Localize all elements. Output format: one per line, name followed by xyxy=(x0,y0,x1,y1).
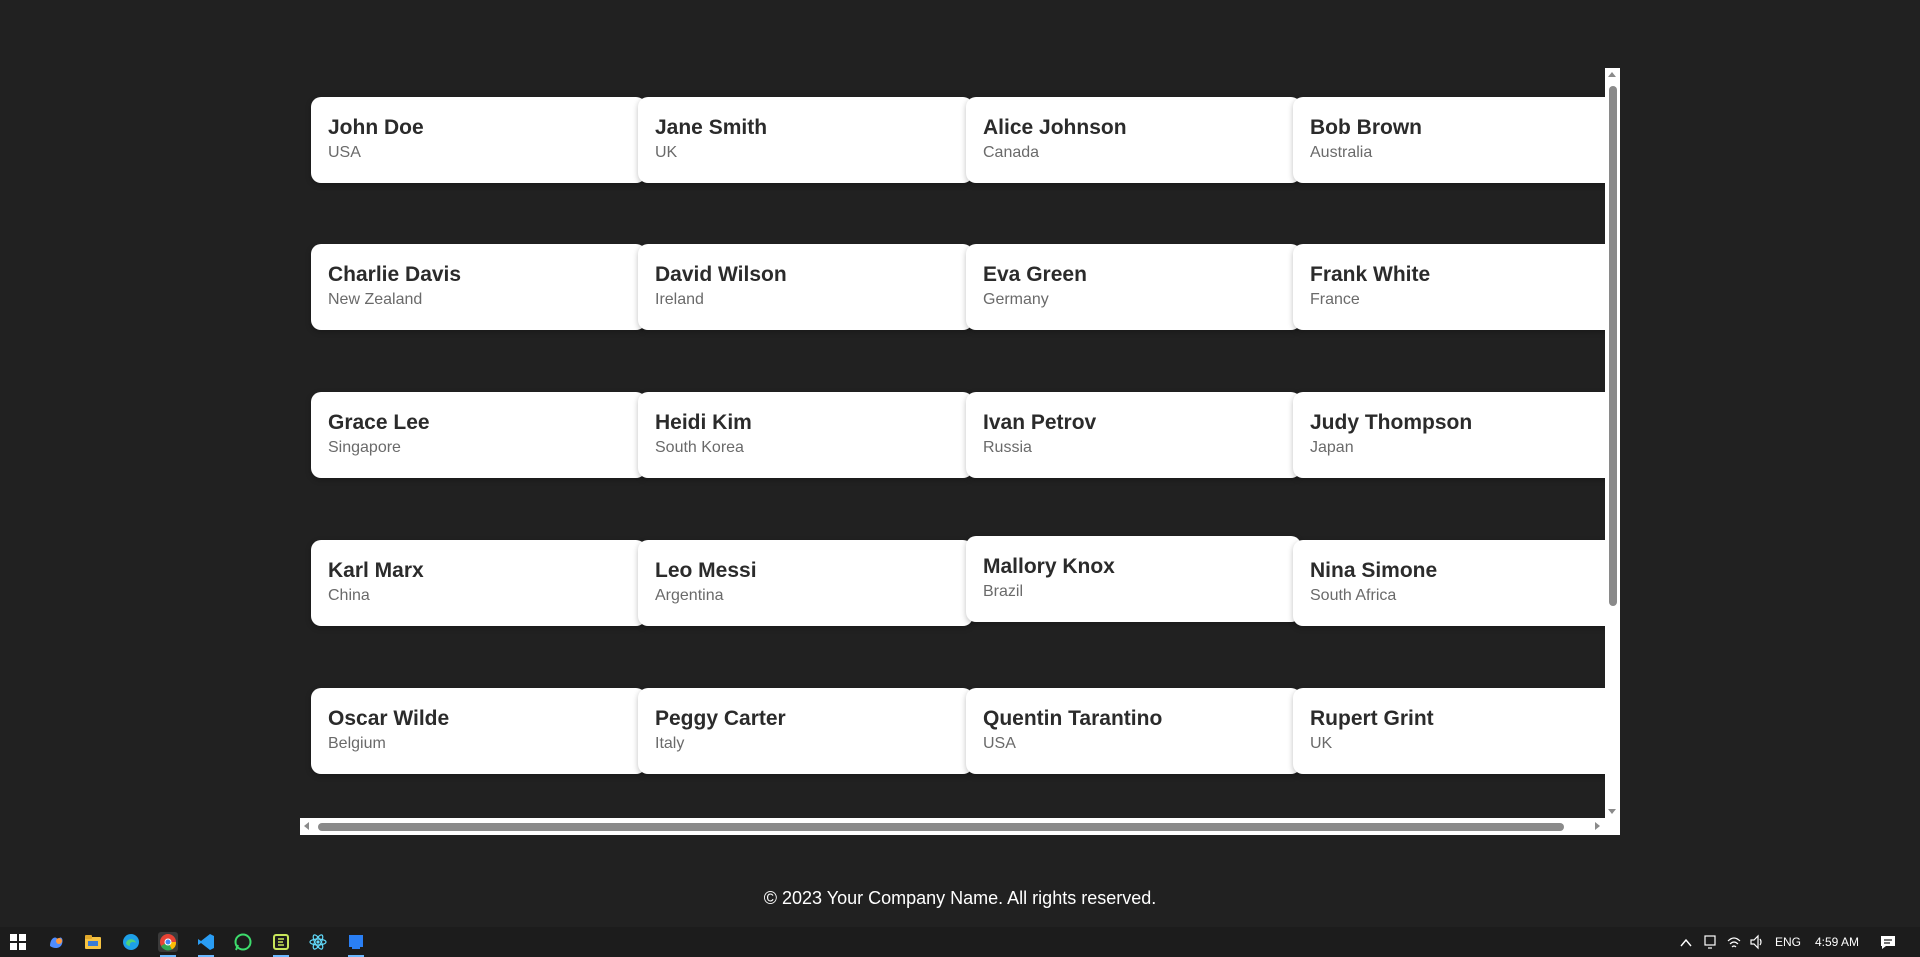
person-card[interactable]: Heidi Kim South Korea xyxy=(638,392,973,478)
person-name: Oscar Wilde xyxy=(328,707,450,730)
scroll-up-arrow-icon[interactable] xyxy=(1608,72,1616,77)
vertical-scroll-thumb[interactable] xyxy=(1609,86,1617,606)
person-card[interactable]: Nina Simone South Africa xyxy=(1293,540,1620,626)
scroll-right-arrow-icon[interactable] xyxy=(1595,822,1600,830)
person-card[interactable]: Peggy Carter Italy xyxy=(638,688,973,774)
person-name: Ivan Petrov xyxy=(983,411,1097,434)
person-name: Bob Brown xyxy=(1310,116,1422,139)
person-name: Charlie Davis xyxy=(328,263,462,286)
person-card[interactable]: Frank White France xyxy=(1293,244,1620,330)
person-country: Singapore xyxy=(328,439,401,456)
person-name: Rupert Grint xyxy=(1310,707,1434,730)
person-country: South Africa xyxy=(1310,587,1397,604)
person-card[interactable]: Rupert Grint UK xyxy=(1293,688,1620,774)
taskbar: ENG 4:59 AM xyxy=(0,927,1920,957)
scroll-container[interactable]: John Doe USA Jane Smith UK Alice Johnson… xyxy=(300,68,1620,835)
person-card[interactable]: Judy Thompson Japan xyxy=(1293,392,1620,478)
person-country: UK xyxy=(655,144,678,161)
person-name: Eva Green xyxy=(983,263,1087,286)
person-card[interactable]: Leo Messi Argentina xyxy=(638,540,973,626)
person-country: China xyxy=(328,587,370,604)
person-card[interactable]: Jane Smith UK xyxy=(638,97,973,183)
display-icon[interactable] xyxy=(1703,927,1717,957)
person-name: John Doe xyxy=(328,116,424,139)
person-country: Ireland xyxy=(655,291,704,308)
person-name: Karl Marx xyxy=(328,559,424,582)
person-name: Grace Lee xyxy=(328,411,430,434)
person-name: David Wilson xyxy=(655,263,787,286)
vscode-icon[interactable] xyxy=(196,932,216,957)
person-country: UK xyxy=(1310,735,1333,752)
person-name: Mallory Knox xyxy=(983,555,1115,578)
clock[interactable]: 4:59 AM xyxy=(1815,927,1859,957)
person-country: Japan xyxy=(1310,439,1354,456)
person-card[interactable]: Grace Lee Singapore xyxy=(311,392,646,478)
person-card[interactable]: Alice Johnson Canada xyxy=(966,97,1301,183)
person-country: Italy xyxy=(655,735,685,752)
person-name: Jane Smith xyxy=(655,116,768,139)
tray-chevron-up-icon[interactable] xyxy=(1679,928,1693,957)
person-name: Peggy Carter xyxy=(655,707,786,730)
person-country: Brazil xyxy=(983,583,1024,600)
person-card[interactable]: Quentin Tarantino USA xyxy=(966,688,1301,774)
scroll-down-arrow-icon[interactable] xyxy=(1608,809,1616,814)
person-card[interactable]: Eva Green Germany xyxy=(966,244,1301,330)
wifi-icon[interactable] xyxy=(1726,927,1742,957)
copilot-icon[interactable] xyxy=(46,932,66,952)
person-card[interactable]: Oscar Wilde Belgium xyxy=(311,688,646,774)
horizontal-scrollbar[interactable] xyxy=(300,818,1620,835)
vertical-scrollbar[interactable] xyxy=(1605,68,1620,818)
person-name: Frank White xyxy=(1310,263,1431,286)
person-name: Quentin Tarantino xyxy=(983,707,1163,730)
person-country: USA xyxy=(983,735,1016,752)
notification-icon[interactable] xyxy=(1879,927,1897,957)
person-country: Belgium xyxy=(328,735,386,752)
footer-copyright: © 2023 Your Company Name. All rights res… xyxy=(763,888,1157,908)
person-country: South Korea xyxy=(655,439,744,456)
person-card[interactable]: Bob Brown Australia xyxy=(1293,97,1620,183)
chrome-icon[interactable] xyxy=(158,932,178,957)
person-country: France xyxy=(1310,291,1360,308)
file-explorer-icon[interactable] xyxy=(83,932,103,952)
person-card[interactable]: Karl Marx China xyxy=(311,540,646,626)
person-country: Canada xyxy=(983,144,1040,161)
person-card[interactable]: Ivan Petrov Russia xyxy=(966,392,1301,478)
person-country: USA xyxy=(328,144,361,161)
app-blue-icon[interactable] xyxy=(346,932,366,957)
person-country: New Zealand xyxy=(328,291,423,308)
person-card[interactable]: John Doe USA xyxy=(311,97,646,183)
volume-icon[interactable] xyxy=(1749,927,1765,957)
person-name: Leo Messi xyxy=(655,559,757,582)
person-country: Argentina xyxy=(655,587,724,604)
people-grid: John Doe USA Jane Smith UK Alice Johnson… xyxy=(300,68,1620,818)
react-icon[interactable] xyxy=(308,932,328,952)
person-country: Australia xyxy=(1310,144,1373,161)
person-name: Alice Johnson xyxy=(983,116,1127,139)
whatsapp-icon[interactable] xyxy=(233,932,253,952)
edge-icon[interactable] xyxy=(121,932,141,952)
person-name: Judy Thompson xyxy=(1310,411,1473,434)
person-country: Russia xyxy=(983,439,1032,456)
person-card[interactable]: Mallory Knox Brazil xyxy=(966,536,1301,622)
person-card[interactable]: David Wilson Ireland xyxy=(638,244,973,330)
app-icon[interactable] xyxy=(271,932,291,957)
person-country: Germany xyxy=(983,291,1049,308)
language-indicator[interactable]: ENG xyxy=(1775,927,1801,957)
person-name: Nina Simone xyxy=(1310,559,1438,582)
horizontal-scroll-thumb[interactable] xyxy=(318,823,1564,831)
windows-start-icon[interactable] xyxy=(8,932,28,952)
scroll-left-arrow-icon[interactable] xyxy=(304,822,309,830)
person-card[interactable]: Charlie Davis New Zealand xyxy=(311,244,646,330)
person-name: Heidi Kim xyxy=(655,411,752,434)
